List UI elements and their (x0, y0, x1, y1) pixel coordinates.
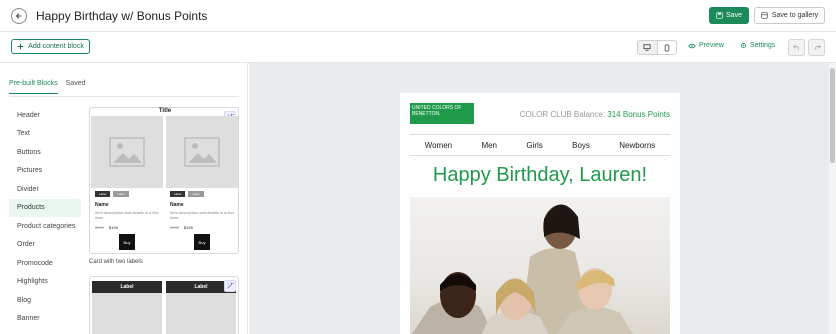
device-toggle (637, 40, 677, 55)
category-item-banner[interactable]: Banner (9, 310, 81, 329)
preview-label: Preview (699, 42, 724, 49)
card-caption: Card with two labels (89, 259, 143, 265)
desktop-icon (643, 44, 651, 51)
save-to-gallery-button[interactable]: Save to gallery (754, 7, 825, 24)
category-item-divider[interactable]: Divider (9, 180, 81, 199)
product-image-placeholder (92, 293, 162, 334)
club-balance-prefix: COLOR CLUB Balance: (519, 110, 608, 119)
club-balance-points: 314 Bonus Points (607, 110, 670, 119)
product-item: Label Label Name Item description and de… (166, 116, 238, 252)
gallery-icon (761, 12, 768, 19)
category-item-text[interactable]: Text (9, 125, 81, 144)
toolbar: Add content block Preview Settings (0, 32, 836, 63)
plus-icon (17, 43, 24, 50)
product-item: Label (92, 281, 162, 334)
category-item-highlights[interactable]: Highlights (9, 273, 81, 292)
page-title: Happy Birthday w/ Bonus Points (36, 9, 208, 23)
product-new-price: $199 (183, 225, 193, 230)
category-item-order[interactable]: Order (9, 236, 81, 255)
product-new-price: $199 (108, 225, 118, 230)
product-label: Label (113, 191, 129, 197)
undo-icon (792, 44, 799, 51)
category-item-header[interactable]: Header (9, 106, 81, 125)
category-item-product-categories[interactable]: Product categories (9, 217, 81, 236)
product-price: $250 $199 (170, 225, 238, 230)
category-item-buttons[interactable]: Buttons (9, 143, 81, 162)
tab-saved[interactable]: Saved (66, 80, 86, 94)
menu-item-men[interactable]: Men (481, 141, 497, 150)
image-placeholder-icon (184, 137, 220, 167)
add-content-block-label: Add content block (28, 43, 84, 50)
tab-prebuilt-blocks[interactable]: Pre-built Blocks (9, 80, 58, 94)
category-list: Header Text Buttons Pictures Divider Pro… (9, 106, 81, 328)
buy-button: Buy (194, 234, 210, 250)
preview-button[interactable]: Preview (688, 42, 724, 49)
back-button[interactable] (11, 8, 27, 24)
product-labels: Label Label (91, 191, 163, 197)
product-image-placeholder (166, 116, 238, 188)
product-price: $250 $199 (95, 225, 163, 230)
product-image-placeholder (91, 116, 163, 188)
arrow-left-icon (15, 13, 22, 19)
redo-button[interactable] (808, 39, 825, 56)
club-balance: COLOR CLUB Balance: 314 Bonus Points (520, 110, 670, 119)
save-button[interactable]: Save (709, 7, 749, 24)
redo-icon (814, 44, 821, 51)
product-label: Label (170, 191, 186, 197)
product-label: Label (188, 191, 204, 197)
mobile-icon (664, 43, 669, 52)
product-label: Label (95, 191, 111, 197)
product-old-price: $250 (95, 225, 104, 230)
save-label: Save (726, 12, 742, 19)
menu-divider (410, 134, 670, 135)
blocks-panel: Pre-built Blocks Saved Header Text Butto… (0, 63, 248, 334)
category-item-products[interactable]: Products (9, 198, 81, 217)
menu-item-boys[interactable]: Boys (572, 141, 590, 150)
brand-logo: UNITED COLORS OF BENETTON. (410, 103, 474, 124)
product-label-header: Label (92, 281, 162, 293)
email-preview[interactable]: UNITED COLORS OF BENETTON. COLOR CLUB Ba… (400, 93, 680, 334)
undo-button[interactable] (788, 39, 805, 56)
birthday-greeting: Happy Birthday, Lauren! (432, 164, 648, 186)
product-name: Name (95, 202, 109, 208)
desktop-view-button[interactable] (638, 41, 658, 54)
product-name: Name (170, 202, 184, 208)
hero-image[interactable] (410, 197, 670, 334)
menu-divider (410, 155, 670, 156)
image-placeholder-icon (109, 137, 145, 167)
add-content-block-button[interactable]: Add content block (11, 39, 90, 54)
top-bar: Happy Birthday w/ Bonus Points Save Save… (0, 0, 836, 32)
product-item: Label Label Name Item description and de… (91, 116, 163, 252)
product-block-card-2[interactable]: Label Label (89, 276, 239, 334)
product-old-price: $250 (170, 225, 179, 230)
product-block-card[interactable]: Title Label Label Name Item description … (89, 107, 239, 254)
mobile-view-button[interactable] (658, 41, 677, 54)
floppy-icon (716, 12, 723, 19)
product-image-placeholder (166, 293, 236, 334)
settings-button[interactable]: Settings (740, 42, 775, 49)
eye-icon (688, 43, 696, 48)
menu-item-women[interactable]: Women (425, 141, 452, 150)
save-to-gallery-label: Save to gallery (771, 12, 819, 19)
category-item-blog[interactable]: Blog (9, 291, 81, 310)
block-tabs: Pre-built Blocks Saved (9, 80, 86, 94)
card-title: Title (158, 108, 172, 114)
product-description: Item description and details in a few li… (170, 210, 234, 220)
menu-item-newborns[interactable]: Newborns (619, 141, 655, 150)
product-description: Item description and details in a few li… (95, 210, 159, 220)
product-labels: Label Label (166, 191, 238, 197)
gear-icon (740, 42, 747, 49)
buy-button: Buy (119, 234, 135, 250)
models-photo (412, 204, 634, 334)
email-menu: Women Men Girls Boys Newborns (410, 141, 670, 150)
category-item-promocode[interactable]: Promocode (9, 254, 81, 273)
category-item-pictures[interactable]: Pictures (9, 162, 81, 181)
tabs-divider (9, 96, 239, 97)
magic-wand-icon[interactable] (224, 280, 236, 292)
canvas-scrollbar[interactable] (829, 63, 836, 334)
scrollbar-thumb[interactable] (830, 68, 835, 163)
settings-label: Settings (750, 42, 776, 49)
menu-item-girls[interactable]: Girls (526, 141, 542, 150)
